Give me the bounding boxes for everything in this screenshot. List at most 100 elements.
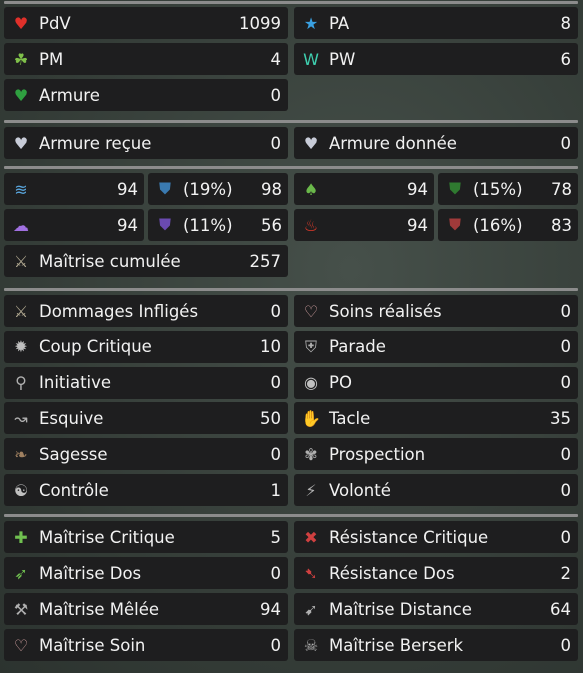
stat-value: 10 bbox=[260, 337, 281, 357]
stat-label: Maîtrise Critique bbox=[39, 527, 175, 547]
stat-value: 64 bbox=[550, 599, 571, 619]
stat-label: Maîtrise Berserk bbox=[329, 635, 464, 655]
resist-value: 78 bbox=[551, 179, 572, 199]
stat-value: 0 bbox=[560, 337, 572, 357]
element-resistance[interactable]: ⛊ (16%) 83 bbox=[438, 209, 578, 241]
stat-label: PW bbox=[329, 49, 356, 69]
fire-icon: ♨ bbox=[303, 215, 319, 235]
stat-dommages-infliges[interactable]: ⚔ Dommages Infligés 0 bbox=[4, 295, 288, 327]
stat-label: Armure reçue bbox=[39, 133, 152, 153]
stat-volonte[interactable]: ⚡ Volonté 0 bbox=[294, 474, 578, 506]
stat-label: Résistance Critique bbox=[329, 527, 489, 547]
element-resistance[interactable]: ⛊ (15%) 78 bbox=[438, 173, 578, 205]
stat-maitrise-cumulee[interactable]: ⚔ Maîtrise cumulée 257 bbox=[4, 245, 288, 277]
running-man-icon: ☘ bbox=[13, 49, 29, 69]
stat-label: PM bbox=[39, 49, 64, 69]
stat-parade[interactable]: ⛨ Parade 0 bbox=[294, 330, 578, 363]
element-mastery[interactable]: ♠ 94 bbox=[294, 173, 434, 205]
stat-prospection[interactable]: ✾ Prospection 0 bbox=[294, 438, 578, 471]
stat-value: 0 bbox=[270, 133, 282, 153]
section-divider bbox=[4, 288, 578, 291]
stat-value: 50 bbox=[260, 408, 281, 428]
heal-icon: ♡ bbox=[303, 301, 319, 321]
empty-slot bbox=[294, 79, 578, 111]
stat-value: 0 bbox=[270, 85, 282, 105]
stat-armure[interactable]: ♥ Armure 0 bbox=[4, 79, 288, 111]
stat-label: Maîtrise Dos bbox=[39, 563, 142, 583]
stat-po[interactable]: ◉ PO 0 bbox=[294, 366, 578, 399]
stat-maitrise-distance[interactable]: ➹ Maîtrise Distance 64 bbox=[294, 593, 578, 625]
stat-label: Tacle bbox=[329, 408, 371, 428]
distance-icon: ➹ bbox=[304, 599, 318, 619]
mastery-value: 94 bbox=[407, 215, 428, 235]
section-divider bbox=[4, 120, 578, 123]
stat-value: 1 bbox=[270, 480, 282, 500]
stat-pw[interactable]: W PW 6 bbox=[294, 43, 578, 75]
element-mastery[interactable]: ☁ 94 bbox=[4, 209, 144, 241]
stat-label: PO bbox=[329, 373, 352, 393]
stat-value: 35 bbox=[550, 408, 571, 428]
stat-label: Sagesse bbox=[39, 444, 108, 464]
air-icon: ☁ bbox=[13, 215, 29, 235]
stat-armure-donnee[interactable]: ♥ Armure donnée 0 bbox=[294, 127, 578, 159]
element-resistance[interactable]: ⛊ (19%) 98 bbox=[148, 173, 288, 205]
stat-pdv[interactable]: ♥ PdV 1099 bbox=[4, 7, 288, 39]
stat-coup-critique[interactable]: ✹ Coup Critique 10 bbox=[4, 330, 288, 363]
resist-percent: (11%) bbox=[183, 215, 233, 235]
stat-row: ♥ Armure 0 bbox=[4, 79, 578, 111]
element-resistance[interactable]: ⛊ (11%) 56 bbox=[148, 209, 288, 241]
stat-maitrise-dos[interactable]: ➶ Maîtrise Dos 0 bbox=[4, 557, 288, 589]
stat-controle[interactable]: ☯ Contrôle 1 bbox=[4, 474, 288, 506]
initiative-icon: ⚲ bbox=[15, 373, 27, 393]
resist-percent: (16%) bbox=[473, 215, 523, 235]
stat-row: ✹ Coup Critique 10 ⛨ Parade 0 bbox=[4, 330, 578, 363]
block-shield-icon: ⛨ bbox=[304, 336, 317, 356]
stat-resistance-dos[interactable]: ➷ Résistance Dos 2 bbox=[294, 557, 578, 589]
stat-soins-realises[interactable]: ♡ Soins réalisés 0 bbox=[294, 295, 578, 327]
shield-icon: ⛊ bbox=[158, 179, 171, 198]
stat-value: 0 bbox=[270, 444, 282, 464]
stat-maitrise-critique[interactable]: ✚ Maîtrise Critique 5 bbox=[4, 521, 288, 553]
stat-row: ➶ Maîtrise Dos 0 ➷ Résistance Dos 2 bbox=[4, 557, 578, 589]
stat-row: ☘ PM 4 W PW 6 bbox=[4, 43, 578, 75]
stat-label: Initiative bbox=[39, 373, 112, 393]
stat-row: ⚔ Dommages Infligés 0 ♡ Soins réalisés 0 bbox=[4, 295, 578, 327]
stat-row: ☯ Contrôle 1 ⚡ Volonté 0 bbox=[4, 474, 578, 506]
stat-label: Prospection bbox=[329, 444, 426, 464]
stat-armure-recue[interactable]: ♥ Armure reçue 0 bbox=[4, 127, 288, 159]
stat-esquive[interactable]: ↝ Esquive 50 bbox=[4, 402, 288, 435]
stat-label: Dommages Infligés bbox=[39, 301, 199, 321]
stat-label: Coup Critique bbox=[39, 337, 152, 357]
stat-row: ⚒ Maîtrise Mêlée 94 ➹ Maîtrise Distance 64 bbox=[4, 593, 578, 625]
stat-initiative[interactable]: ⚲ Initiative 0 bbox=[4, 366, 288, 399]
section-divider bbox=[4, 166, 578, 169]
stat-maitrise-berserk[interactable]: ☠ Maîtrise Berserk 0 bbox=[294, 629, 578, 661]
element-mastery[interactable]: ≋ 94 bbox=[4, 173, 144, 205]
resist-percent: (19%) bbox=[183, 179, 233, 199]
mastery-value: 94 bbox=[407, 179, 428, 199]
stat-row: ✚ Maîtrise Critique 5 ✖ Résistance Critique 0 bbox=[4, 521, 578, 553]
berserk-icon: ☠ bbox=[303, 635, 319, 655]
stat-value: 0 bbox=[270, 635, 282, 655]
stat-value: 2 bbox=[560, 563, 572, 583]
stat-label: PdV bbox=[39, 13, 71, 33]
stat-value: 5 bbox=[270, 527, 282, 547]
stat-label: Maîtrise cumulée bbox=[39, 251, 181, 271]
stat-resistance-critique[interactable]: ✖ Résistance Critique 0 bbox=[294, 521, 578, 553]
element-group: ≋ 94 ⛊ (19%) 98 bbox=[4, 173, 288, 205]
armor-given-icon: ♥ bbox=[303, 133, 319, 153]
stat-sagesse[interactable]: ❧ Sagesse 0 bbox=[4, 438, 288, 471]
stat-pm[interactable]: ☘ PM 4 bbox=[4, 43, 288, 75]
shield-icon: ⛊ bbox=[158, 215, 171, 234]
stat-maitrise-melee[interactable]: ⚒ Maîtrise Mêlée 94 bbox=[4, 593, 288, 625]
stat-tacle[interactable]: ✋ Tacle 35 bbox=[294, 402, 578, 435]
critical-icon: ✹ bbox=[14, 337, 28, 357]
prospecting-icon: ✾ bbox=[304, 444, 318, 464]
mastery-value: 94 bbox=[117, 179, 138, 199]
mastery-value: 94 bbox=[117, 215, 138, 235]
element-mastery[interactable]: ♨ 94 bbox=[294, 209, 434, 241]
star-icon: ★ bbox=[303, 13, 319, 33]
stat-maitrise-soin[interactable]: ♡ Maîtrise Soin 0 bbox=[4, 629, 288, 661]
stat-pa[interactable]: ★ PA 8 bbox=[294, 7, 578, 39]
stat-row: ⚔ Maîtrise cumulée 257 bbox=[4, 245, 578, 277]
